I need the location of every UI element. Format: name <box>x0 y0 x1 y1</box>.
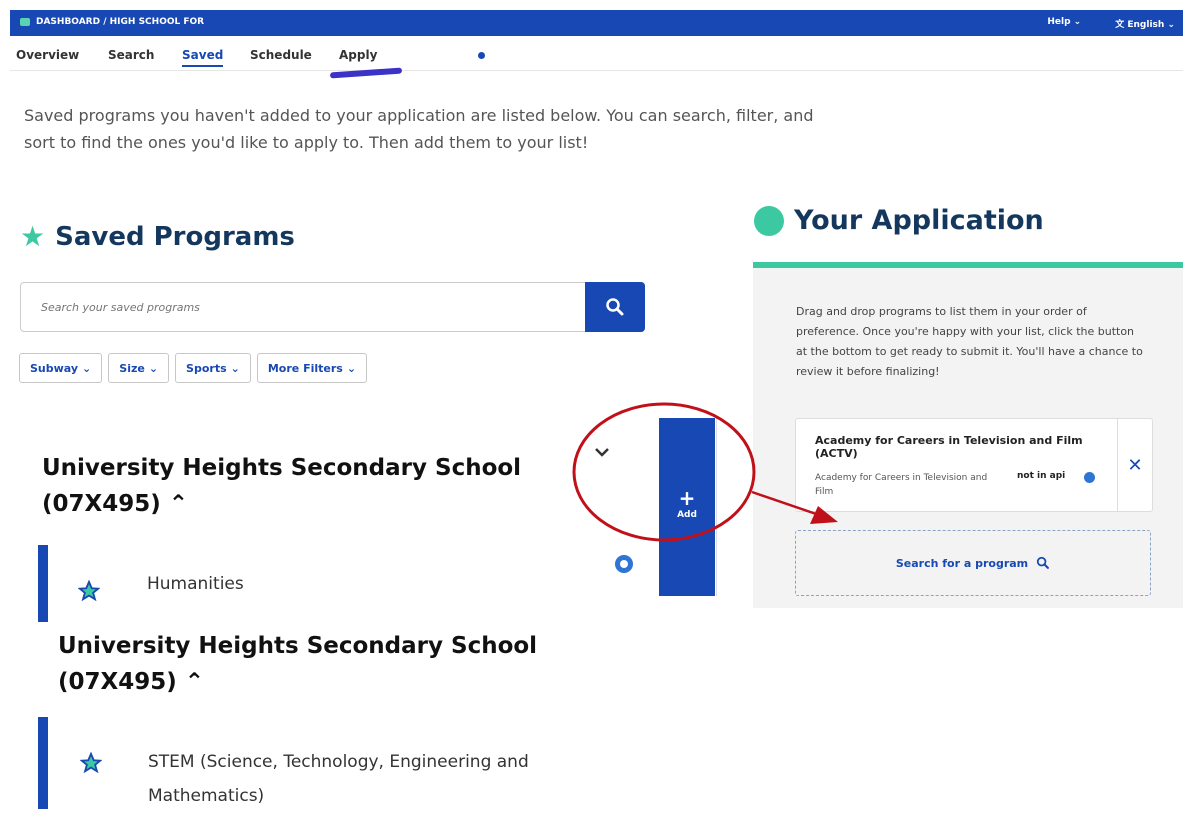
application-program-card[interactable]: Academy for Careers in Television and Fi… <box>795 418 1153 512</box>
nav-tabs: Overview Search Saved Schedule Apply <box>10 40 1183 71</box>
school-name: University Heights Secondary School <box>58 633 538 659</box>
saved-programs-heading: ★ Saved Programs <box>20 222 295 252</box>
filter-bar: Subway ⌄ Size ⌄ Sports ⌄ More Filters ⌄ <box>19 353 368 383</box>
application-program-subtitle: Academy for Careers in Television and Fi… <box>815 473 988 497</box>
program-name: STEM (Science, Technology, Engineering a… <box>148 745 529 813</box>
chevron-down-icon: ⌄ <box>230 361 240 375</box>
chevron-down-icon: ⌄ <box>82 361 92 375</box>
application-badge-icon <box>754 205 784 236</box>
filter-size[interactable]: Size ⌄ <box>108 353 170 383</box>
filter-label: Size <box>119 361 145 375</box>
star-outline-icon[interactable] <box>78 580 100 602</box>
help-menu[interactable]: Help ⌄ <box>1047 17 1081 30</box>
application-heading: Your Application <box>754 205 1044 236</box>
program-accent-bar <box>38 717 48 809</box>
chevron-up-icon[interactable]: ⌃ <box>185 669 204 695</box>
chevron-down-icon: ⌄ <box>1073 17 1082 27</box>
filter-more[interactable]: More Filters ⌄ <box>256 353 368 383</box>
close-icon: ✕ <box>1127 454 1143 476</box>
school-name: University Heights Secondary School <box>42 455 522 481</box>
school-code: (07X495) <box>58 669 177 695</box>
saved-search-box <box>20 282 645 332</box>
search-button[interactable] <box>585 282 645 332</box>
filter-subway[interactable]: Subway ⌄ <box>19 353 103 383</box>
search-for-program-label: Search for a program <box>895 556 1029 570</box>
filter-label: Sports <box>186 361 227 375</box>
search-input[interactable] <box>21 283 581 331</box>
chevron-down-icon: ⌄ <box>148 361 159 375</box>
translate-icon: 文 <box>1115 20 1125 30</box>
status-text: not in api <box>1017 471 1066 481</box>
add-button[interactable]: + Add <box>659 418 715 596</box>
tab-overview[interactable]: Overview <box>16 48 79 62</box>
school-code: (07X495) <box>42 491 161 517</box>
chevron-down-icon: ⌄ <box>346 361 357 375</box>
filter-label: More Filters <box>267 361 343 375</box>
breadcrumb-text[interactable]: DASHBOARD / HIGH SCHOOL FOR <box>36 17 204 27</box>
saved-programs-title: Saved Programs <box>55 222 295 252</box>
school-title[interactable]: University Heights Secondary School (07X… <box>42 450 521 522</box>
tab-saved[interactable]: Saved <box>182 48 224 67</box>
remove-button[interactable]: ✕ <box>1117 419 1152 511</box>
program-accent-bar <box>38 545 48 622</box>
star-icon: ★ <box>20 220 46 253</box>
breadcrumb: DASHBOARD / HIGH SCHOOL FOR <box>20 17 204 27</box>
top-bar: DASHBOARD / HIGH SCHOOL FOR Help ⌄ 文 Eng… <box>10 10 1183 36</box>
filter-sports[interactable]: Sports ⌄ <box>175 353 251 383</box>
application-program-name: Academy for Careers in Television and Fi… <box>815 434 1083 460</box>
help-label: Help <box>1047 17 1071 27</box>
tab-schedule[interactable]: Schedule <box>250 48 312 62</box>
filter-label: Subway <box>30 361 79 375</box>
search-for-program-button[interactable]: Search for a program <box>795 530 1151 596</box>
search-icon <box>606 298 624 316</box>
collapse-icon[interactable] <box>594 446 610 458</box>
language-menu[interactable]: 文 English ⌄ <box>1115 17 1175 30</box>
tab-apply[interactable]: Apply <box>339 48 377 62</box>
school-title[interactable]: University Heights Secondary School (07X… <box>58 628 537 700</box>
notification-dot <box>478 52 485 59</box>
chevron-up-icon[interactable]: ⌃ <box>169 491 188 517</box>
intro-text: Saved programs you haven't added to your… <box>24 106 814 152</box>
language-label: English <box>1127 20 1165 30</box>
program-name: Humanities <box>147 574 244 594</box>
search-icon <box>1037 556 1050 569</box>
star-outline-icon[interactable] <box>80 752 102 774</box>
program-name-line: Mathematics) <box>148 786 265 806</box>
home-icon[interactable] <box>20 18 30 26</box>
application-description: Drag and drop programs to list them in y… <box>796 305 1143 378</box>
tab-search[interactable]: Search <box>108 48 154 62</box>
chevron-down-icon: ⌄ <box>1167 20 1175 30</box>
plus-icon: + <box>678 486 696 510</box>
info-icon[interactable] <box>614 554 634 574</box>
info-icon[interactable] <box>1084 472 1095 483</box>
add-label: Add <box>677 510 697 520</box>
application-title: Your Application <box>794 205 1044 236</box>
program-name-line: STEM (Science, Technology, Engineering a… <box>148 752 529 772</box>
